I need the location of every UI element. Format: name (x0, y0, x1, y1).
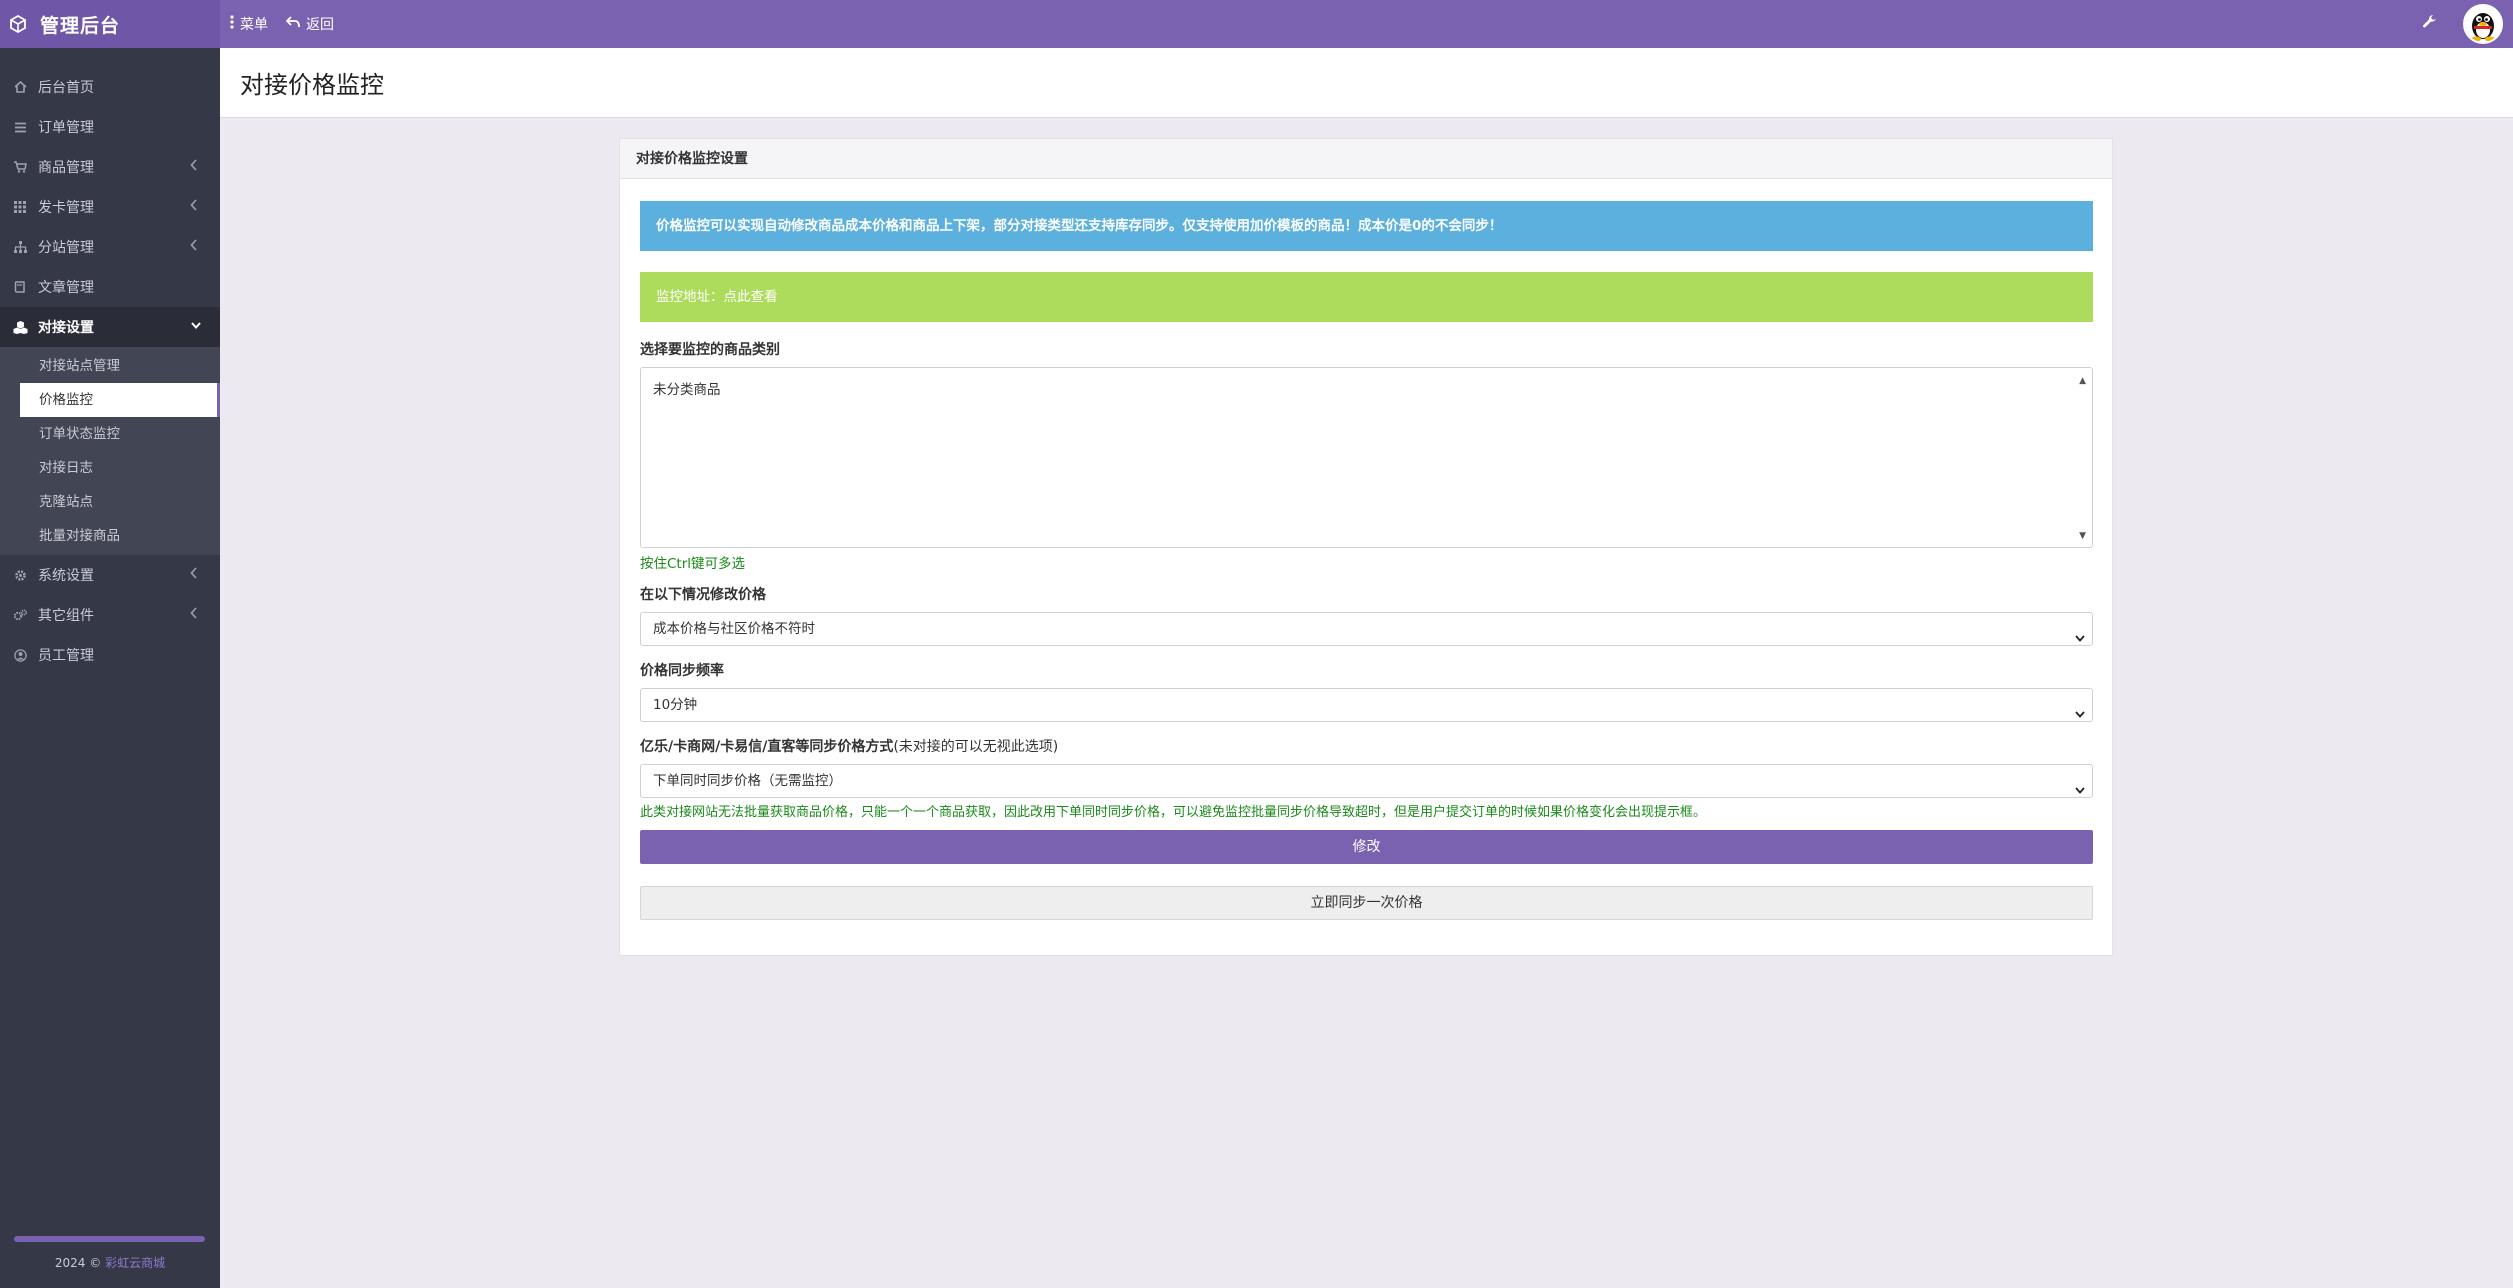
sidebar-item-label: 订单管理 (38, 120, 94, 136)
monitor-url-link[interactable]: 点此查看 (724, 289, 778, 305)
sidebar-item-other-components[interactable]: 其它组件 (0, 595, 220, 635)
modify-price-value: 成本价格与社区价格不符时 (653, 621, 815, 637)
chevron-down-icon (190, 319, 204, 333)
cogs-icon (12, 607, 28, 623)
monitor-url-alert: 监控地址：点此查看 (640, 272, 2093, 322)
submenu-item-integration-log[interactable]: 对接日志 (20, 451, 220, 485)
sync-method-label: 亿乐/卡商网/卡易信/直客等同步价格方式(未对接的可以无视此选项) (640, 736, 2093, 756)
user-icon (12, 647, 28, 663)
wrench-icon[interactable] (2422, 14, 2442, 34)
sidebar-item-articles[interactable]: 文章管理 (0, 267, 220, 307)
cube-icon (8, 14, 28, 34)
menu-label: 菜单 (240, 17, 268, 33)
sidebar-item-cards[interactable]: 发卡管理 (0, 187, 220, 227)
sitemap-icon (12, 239, 28, 255)
chevron-left-icon (190, 199, 204, 213)
modify-price-label: 在以下情况修改价格 (640, 587, 766, 603)
sync-method-value: 下单同时同步价格（无需监控） (653, 773, 842, 789)
chevron-left-icon (190, 567, 204, 581)
sidebar-item-products[interactable]: 商品管理 (0, 147, 220, 187)
modify-price-select[interactable]: 成本价格与社区价格不符时 (640, 612, 2093, 646)
sidebar-item-label: 后台首页 (38, 80, 94, 96)
sync-method-label-text: 亿乐/卡商网/卡易信/直客等同步价格方式 (640, 739, 894, 755)
integration-submenu: 对接站点管理 价格监控 订单状态监控 对接日志 克隆站点 批量对接商品 (0, 347, 220, 555)
copyright-year: 2024 © (54, 1256, 102, 1270)
page-title: 对接价格监控 (240, 71, 384, 99)
book-icon (12, 279, 28, 295)
category-multiselect[interactable]: 未分类商品 ▲ ▼ (640, 367, 2093, 548)
app-title: 管理后台 (40, 14, 121, 37)
sidebar-item-label: 其它组件 (38, 608, 94, 624)
category-option[interactable]: 未分类商品 (653, 378, 721, 398)
chevron-down-icon (2074, 624, 2086, 642)
home-icon (12, 79, 28, 95)
sidebar-item-substations[interactable]: 分站管理 (0, 227, 220, 267)
sidebar-footer: 2024 © 彩虹云商城 (0, 1230, 220, 1288)
sync-frequency-select[interactable]: 10分钟 (640, 688, 2093, 722)
brand[interactable]: 管理后台 (0, 0, 220, 48)
copyright-link[interactable]: 彩虹云商城 (105, 1256, 165, 1270)
submenu-item-clone-site[interactable]: 克隆站点 (20, 485, 220, 519)
footer-accent-bar (14, 1236, 205, 1242)
sidebar-item-label: 发卡管理 (38, 200, 94, 216)
gear-icon (12, 567, 28, 583)
sync-now-button[interactable]: 立即同步一次价格 (640, 886, 2093, 920)
sidebar-item-label: 商品管理 (38, 160, 94, 176)
top-bar: 管理后台 菜单 返回 (0, 0, 2513, 48)
sidebar-item-staff[interactable]: 员工管理 (0, 635, 220, 675)
top-nav: 菜单 返回 (230, 0, 334, 48)
panel-body: 价格监控可以实现自动修改商品成本价格和商品上下架，部分对接类型还支持库存同步。仅… (640, 201, 2093, 920)
info-alert: 价格监控可以实现自动修改商品成本价格和商品上下架，部分对接类型还支持库存同步。仅… (640, 201, 2093, 251)
sync-method-help: 此类对接网站无法批量获取商品价格，只能一个一个商品获取，因此改用下单同时同步价格… (640, 805, 1707, 820)
menu-toggle-button[interactable]: 菜单 (230, 14, 268, 34)
scroll-down-icon[interactable]: ▼ (2079, 531, 2086, 541)
back-button[interactable]: 返回 (285, 14, 334, 34)
back-label: 返回 (306, 17, 334, 33)
sync-frequency-label: 价格同步频率 (640, 663, 724, 679)
chevron-left-icon (190, 239, 204, 253)
price-monitor-panel: 对接价格监控设置 价格监控可以实现自动修改商品成本价格和商品上下架，部分对接类型… (619, 138, 2113, 956)
chevron-down-icon (2074, 700, 2086, 718)
list-icon (12, 119, 28, 135)
submit-button[interactable]: 修改 (640, 830, 2093, 864)
chevron-left-icon (190, 607, 204, 621)
sidebar-item-dashboard[interactable]: 后台首页 (0, 67, 220, 107)
submenu-item-batch-integrate[interactable]: 批量对接商品 (20, 519, 220, 553)
sync-method-label-note: (未对接的可以无视此选项) (893, 739, 1059, 755)
sidebar-item-label: 对接设置 (38, 320, 94, 336)
sidebar: 后台首页 订单管理 商品管理 发卡管理 分站管理 文章管理 对接设置 对接站点管… (0, 48, 220, 1288)
reply-icon (285, 16, 300, 32)
grid-icon (12, 199, 28, 215)
page-header: 对接价格监控 (220, 48, 2513, 118)
copyright: 2024 © 彩虹云商城 (0, 1254, 220, 1271)
category-label: 选择要监控的商品类别 (640, 342, 780, 358)
sidebar-item-label: 分站管理 (38, 240, 94, 256)
avatar[interactable] (2463, 4, 2503, 44)
sync-frequency-value: 10分钟 (653, 697, 698, 713)
sidebar-item-label: 系统设置 (38, 568, 94, 584)
sidebar-item-orders[interactable]: 订单管理 (0, 107, 220, 147)
sidebar-item-integration-settings[interactable]: 对接设置 (0, 307, 220, 347)
chevron-down-icon (2074, 776, 2086, 794)
submenu-item-order-status-monitor[interactable]: 订单状态监控 (20, 417, 220, 451)
scroll-up-icon[interactable]: ▲ (2079, 376, 2086, 386)
sidebar-item-system-settings[interactable]: 系统设置 (0, 555, 220, 595)
monitor-url-label: 监控地址： (656, 289, 724, 305)
sidebar-item-label: 员工管理 (38, 648, 94, 664)
sync-method-select[interactable]: 下单同时同步价格（无需监控） (640, 764, 2093, 798)
category-help: 按住Ctrl键可多选 (640, 556, 746, 572)
cubes-icon (12, 319, 28, 335)
cart-icon (12, 159, 28, 175)
vertical-ellipsis-icon (230, 15, 234, 33)
submenu-item-site-management[interactable]: 对接站点管理 (20, 349, 220, 383)
sidebar-item-label: 文章管理 (38, 280, 94, 296)
chevron-left-icon (190, 159, 204, 173)
submenu-item-price-monitor[interactable]: 价格监控 (20, 383, 220, 417)
panel-heading: 对接价格监控设置 (620, 139, 2112, 179)
